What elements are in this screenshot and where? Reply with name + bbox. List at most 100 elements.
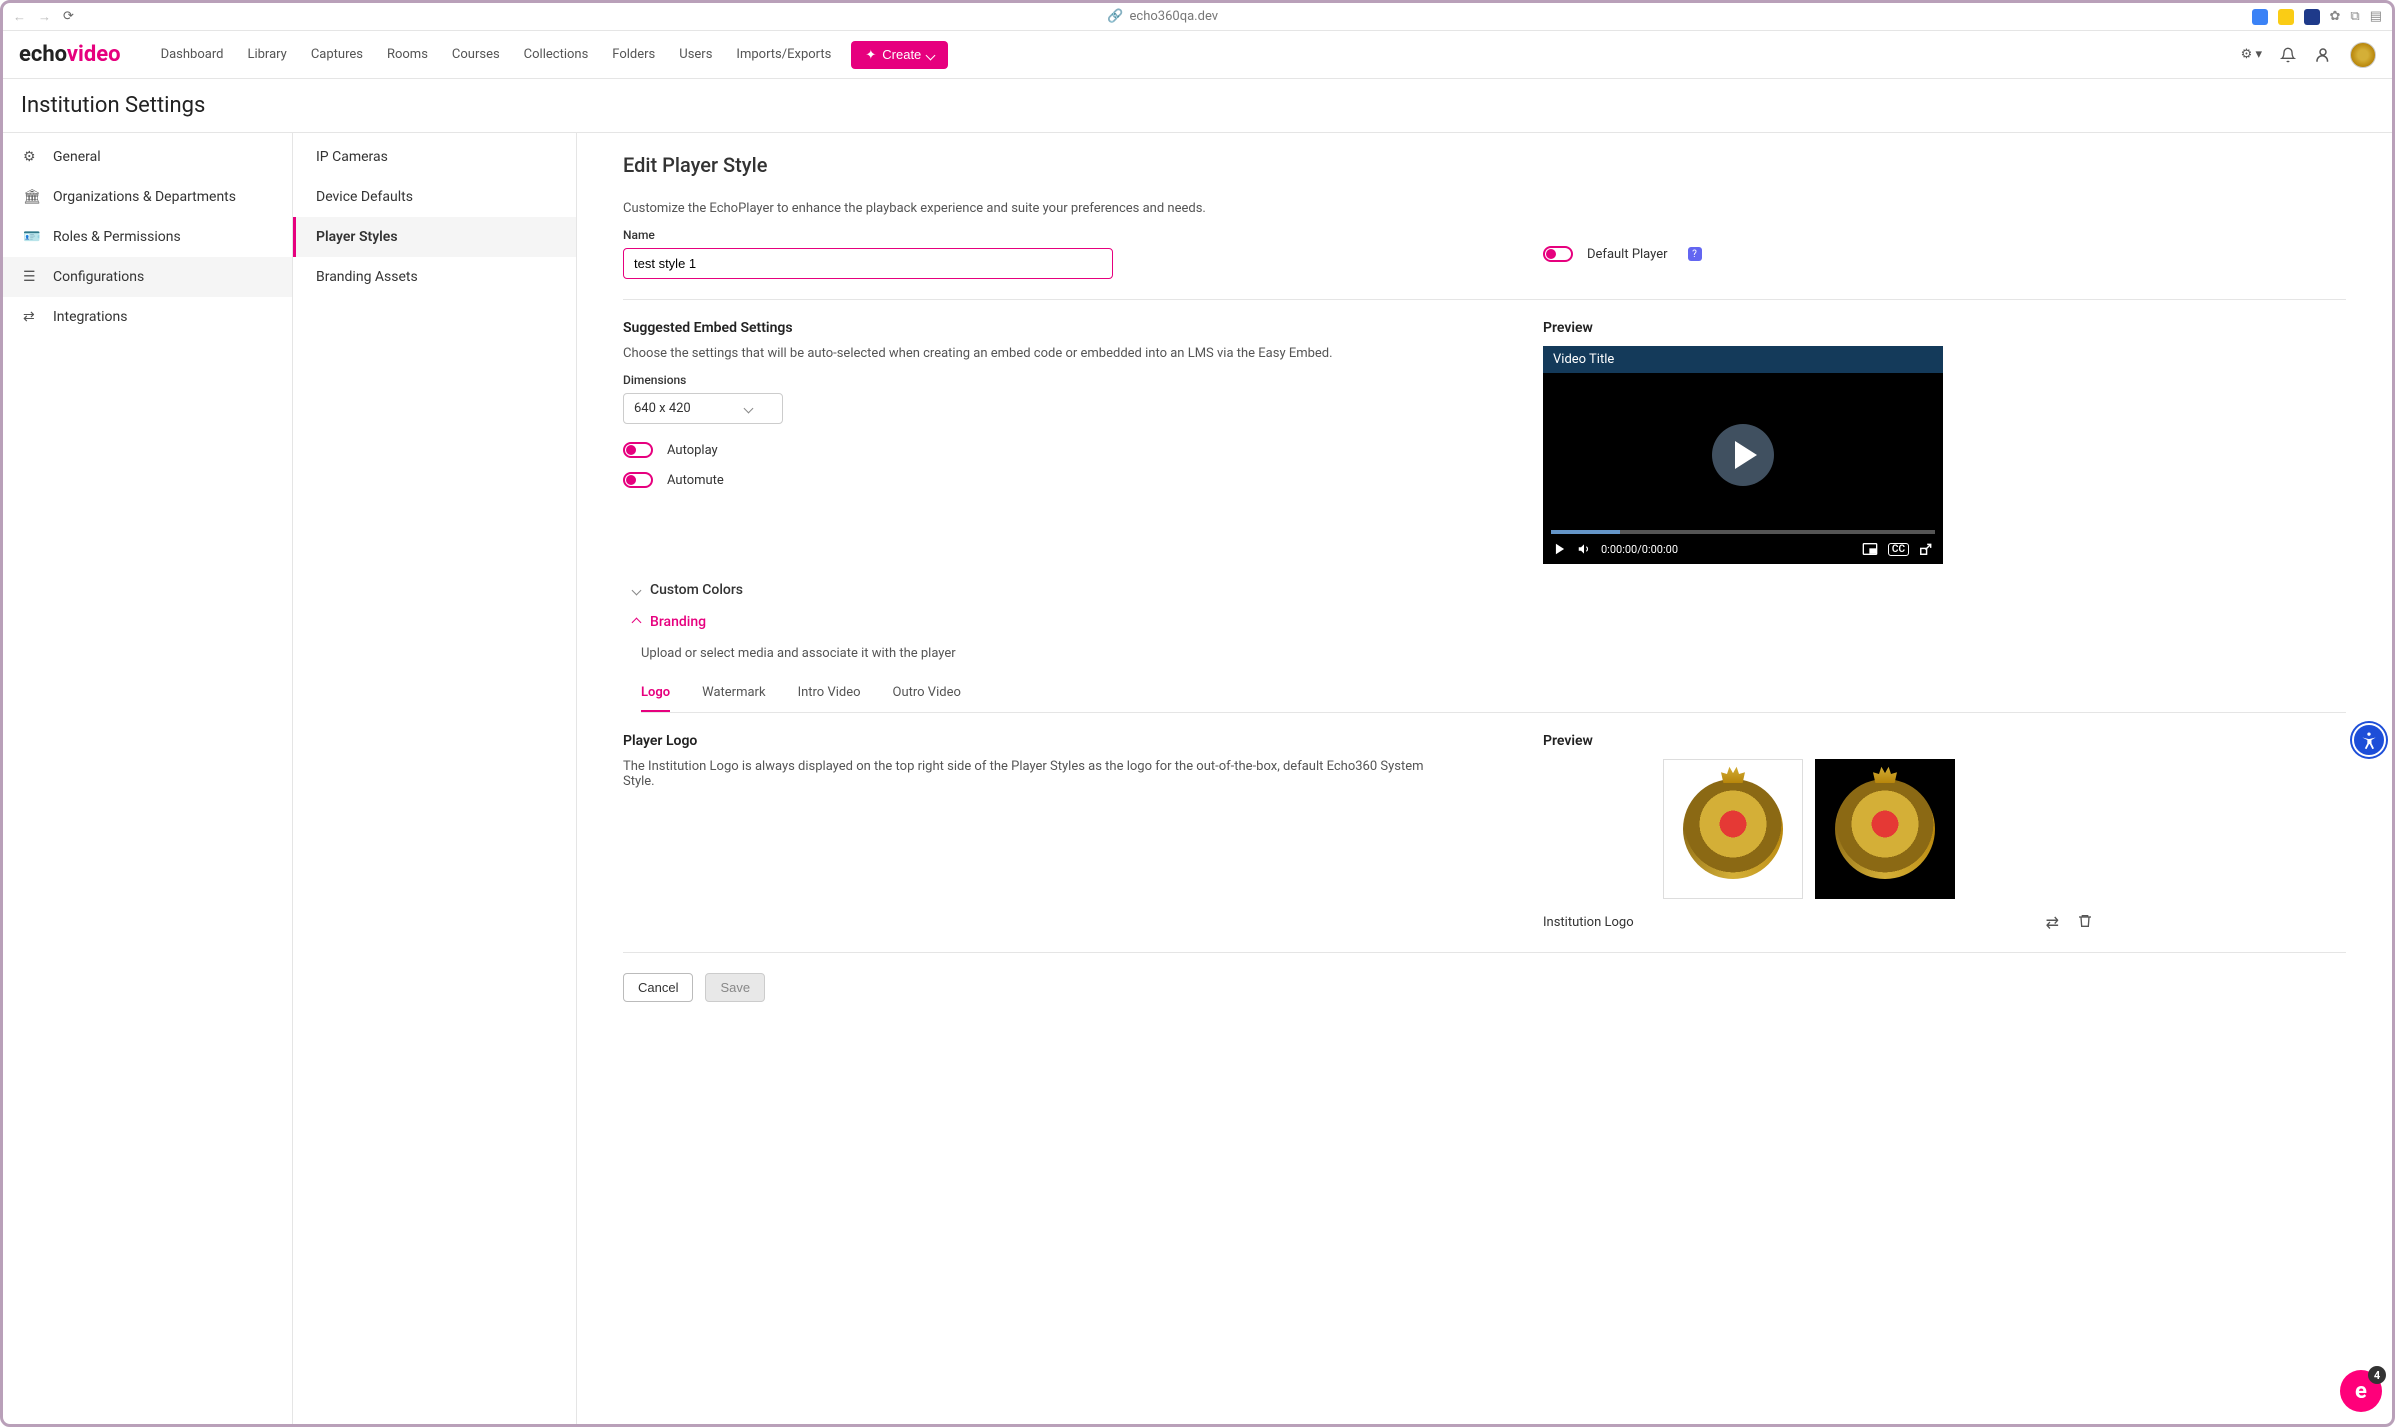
name-input[interactable] [623,248,1113,279]
chevron-down-icon [744,404,754,414]
back-icon[interactable]: ← [13,9,26,25]
automute-toggle[interactable] [623,472,653,488]
player-time: 0:00:00/0:00:00 [1601,543,1678,556]
autoplay-label: Autoplay [667,443,718,458]
tab-logo[interactable]: Logo [641,675,670,712]
dimensions-select[interactable]: 640 x 420 [623,393,783,424]
sidebar2-item-ip-cameras[interactable]: IP Cameras [293,137,576,177]
custom-colors-toggle[interactable]: Custom Colors [633,574,2346,606]
automute-label: Automute [667,473,724,488]
browser-chrome: ← → ⟳ 🔗 echo360qa.dev ✿ ⧉ ▤ [3,3,2392,31]
nav-link-captures[interactable]: Captures [311,47,363,62]
tab-watermark[interactable]: Watermark [702,675,765,712]
create-label: Create [882,47,921,62]
top-nav: echovideo Dashboard Library Captures Roo… [3,31,2392,79]
play-button[interactable] [1712,424,1774,486]
chevron-down-icon [632,585,642,595]
chat-count: 4 [2368,1366,2386,1384]
extension-settings-icon[interactable]: ✿ [2330,9,2341,24]
name-label: Name [623,228,1503,242]
nav-link-users[interactable]: Users [679,47,712,62]
extension-icon[interactable] [2278,9,2294,25]
volume-icon[interactable] [1577,542,1591,556]
pip-icon[interactable] [1862,542,1878,556]
chevron-down-icon [927,47,934,62]
create-button[interactable]: ✦ Create [851,41,948,69]
dimensions-value: 640 x 420 [634,401,691,416]
logo[interactable]: echovideo [19,42,121,67]
reload-icon[interactable]: ⟳ [63,9,74,24]
sidebar-item-integrations[interactable]: ⇄ Integrations [3,297,292,337]
chevron-up-icon [632,617,642,627]
sidebar-item-label: Configurations [53,269,144,285]
main-description: Customize the EchoPlayer to enhance the … [623,201,2346,216]
player-logo-heading: Player Logo [623,733,1503,749]
branding-toggle[interactable]: Branding [633,606,2346,638]
extension-icon[interactable] [2252,9,2268,25]
sidebar-item-general[interactable]: ⚙ General [3,137,292,177]
cancel-button[interactable]: Cancel [623,973,693,1002]
logo-suffix: video [67,42,121,67]
tab-outro-video[interactable]: Outro Video [893,675,961,712]
autoplay-toggle[interactable] [623,442,653,458]
trash-icon[interactable] [2077,913,2093,932]
cc-button[interactable]: CC [1888,543,1909,556]
extension-icon[interactable] [2304,9,2320,25]
divider [623,952,2346,953]
sidebar-item-roles[interactable]: 🪪 Roles & Permissions [3,217,292,257]
sidebar2-item-label: Player Styles [316,229,398,245]
nav-link-imports-exports[interactable]: Imports/Exports [736,47,831,62]
embed-description: Choose the settings that will be auto-se… [623,346,1443,361]
play-small-icon[interactable] [1553,542,1567,556]
preview-label: Preview [1543,320,2346,336]
url-text: echo360qa.dev [1130,9,1219,24]
nav-link-courses[interactable]: Courses [452,47,500,62]
crest-icon [1835,779,1935,879]
forward-icon[interactable]: → [38,9,51,25]
sidebar2-item-player-styles[interactable]: Player Styles [293,217,576,257]
config-sidebar: IP Cameras Device Defaults Player Styles… [293,133,577,1424]
chat-button[interactable]: e 4 [2340,1370,2382,1412]
sidebar-item-label: Roles & Permissions [53,229,181,245]
integrations-icon: ⇄ [23,309,41,325]
nav-links: Dashboard Library Captures Rooms Courses… [161,47,832,62]
help-icon[interactable]: ? [1688,247,1702,261]
sidebar-item-orgs[interactable]: 🏛 Organizations & Departments [3,177,292,217]
play-icon [1735,441,1757,469]
extension-panel-icon[interactable]: ⧉ [2350,9,2359,24]
crest-icon [1683,779,1783,879]
sidebar2-item-label: IP Cameras [316,149,388,165]
sidebar2-item-branding-assets[interactable]: Branding Assets [293,257,576,297]
nav-link-dashboard[interactable]: Dashboard [161,47,224,62]
sidebar2-item-label: Device Defaults [316,189,413,205]
fullscreen-icon[interactable] [1919,542,1933,556]
nav-link-collections[interactable]: Collections [524,47,589,62]
embed-section-label: Suggested Embed Settings [623,320,1503,336]
url-bar[interactable]: 🔗 echo360qa.dev [88,9,2238,24]
wand-icon: ✦ [865,47,876,63]
sidebar-item-configurations[interactable]: ☰ Configurations [3,257,292,297]
swap-icon[interactable]: ⇄ [2046,913,2059,932]
custom-colors-label: Custom Colors [650,582,743,598]
user-icon[interactable] [2314,46,2332,64]
main-content: Edit Player Style Customize the EchoPlay… [577,133,2392,1424]
badge-icon: 🪪 [23,229,41,245]
branding-tabs: Logo Watermark Intro Video Outro Video [641,675,2346,713]
tab-intro-video[interactable]: Intro Video [798,675,861,712]
nav-link-rooms[interactable]: Rooms [387,47,428,62]
sidebar2-item-device-defaults[interactable]: Device Defaults [293,177,576,217]
settings-dropdown[interactable]: ⚙ ▾ [2241,47,2262,62]
notifications-icon[interactable] [2280,47,2296,63]
nav-link-library[interactable]: Library [247,47,286,62]
avatar[interactable] [2350,42,2376,68]
default-player-label: Default Player [1587,247,1668,262]
dimensions-label: Dimensions [623,373,1503,387]
institution-logo-label: Institution Logo [1543,915,1634,930]
accessibility-button[interactable] [2352,723,2386,757]
default-player-toggle[interactable] [1543,246,1573,262]
sidebar2-item-label: Branding Assets [316,269,418,285]
nav-link-folders[interactable]: Folders [612,47,655,62]
sidebar-item-label: Organizations & Departments [53,189,236,205]
save-button[interactable]: Save [705,973,765,1002]
extension-sidebar-icon[interactable]: ▤ [2370,9,2382,24]
